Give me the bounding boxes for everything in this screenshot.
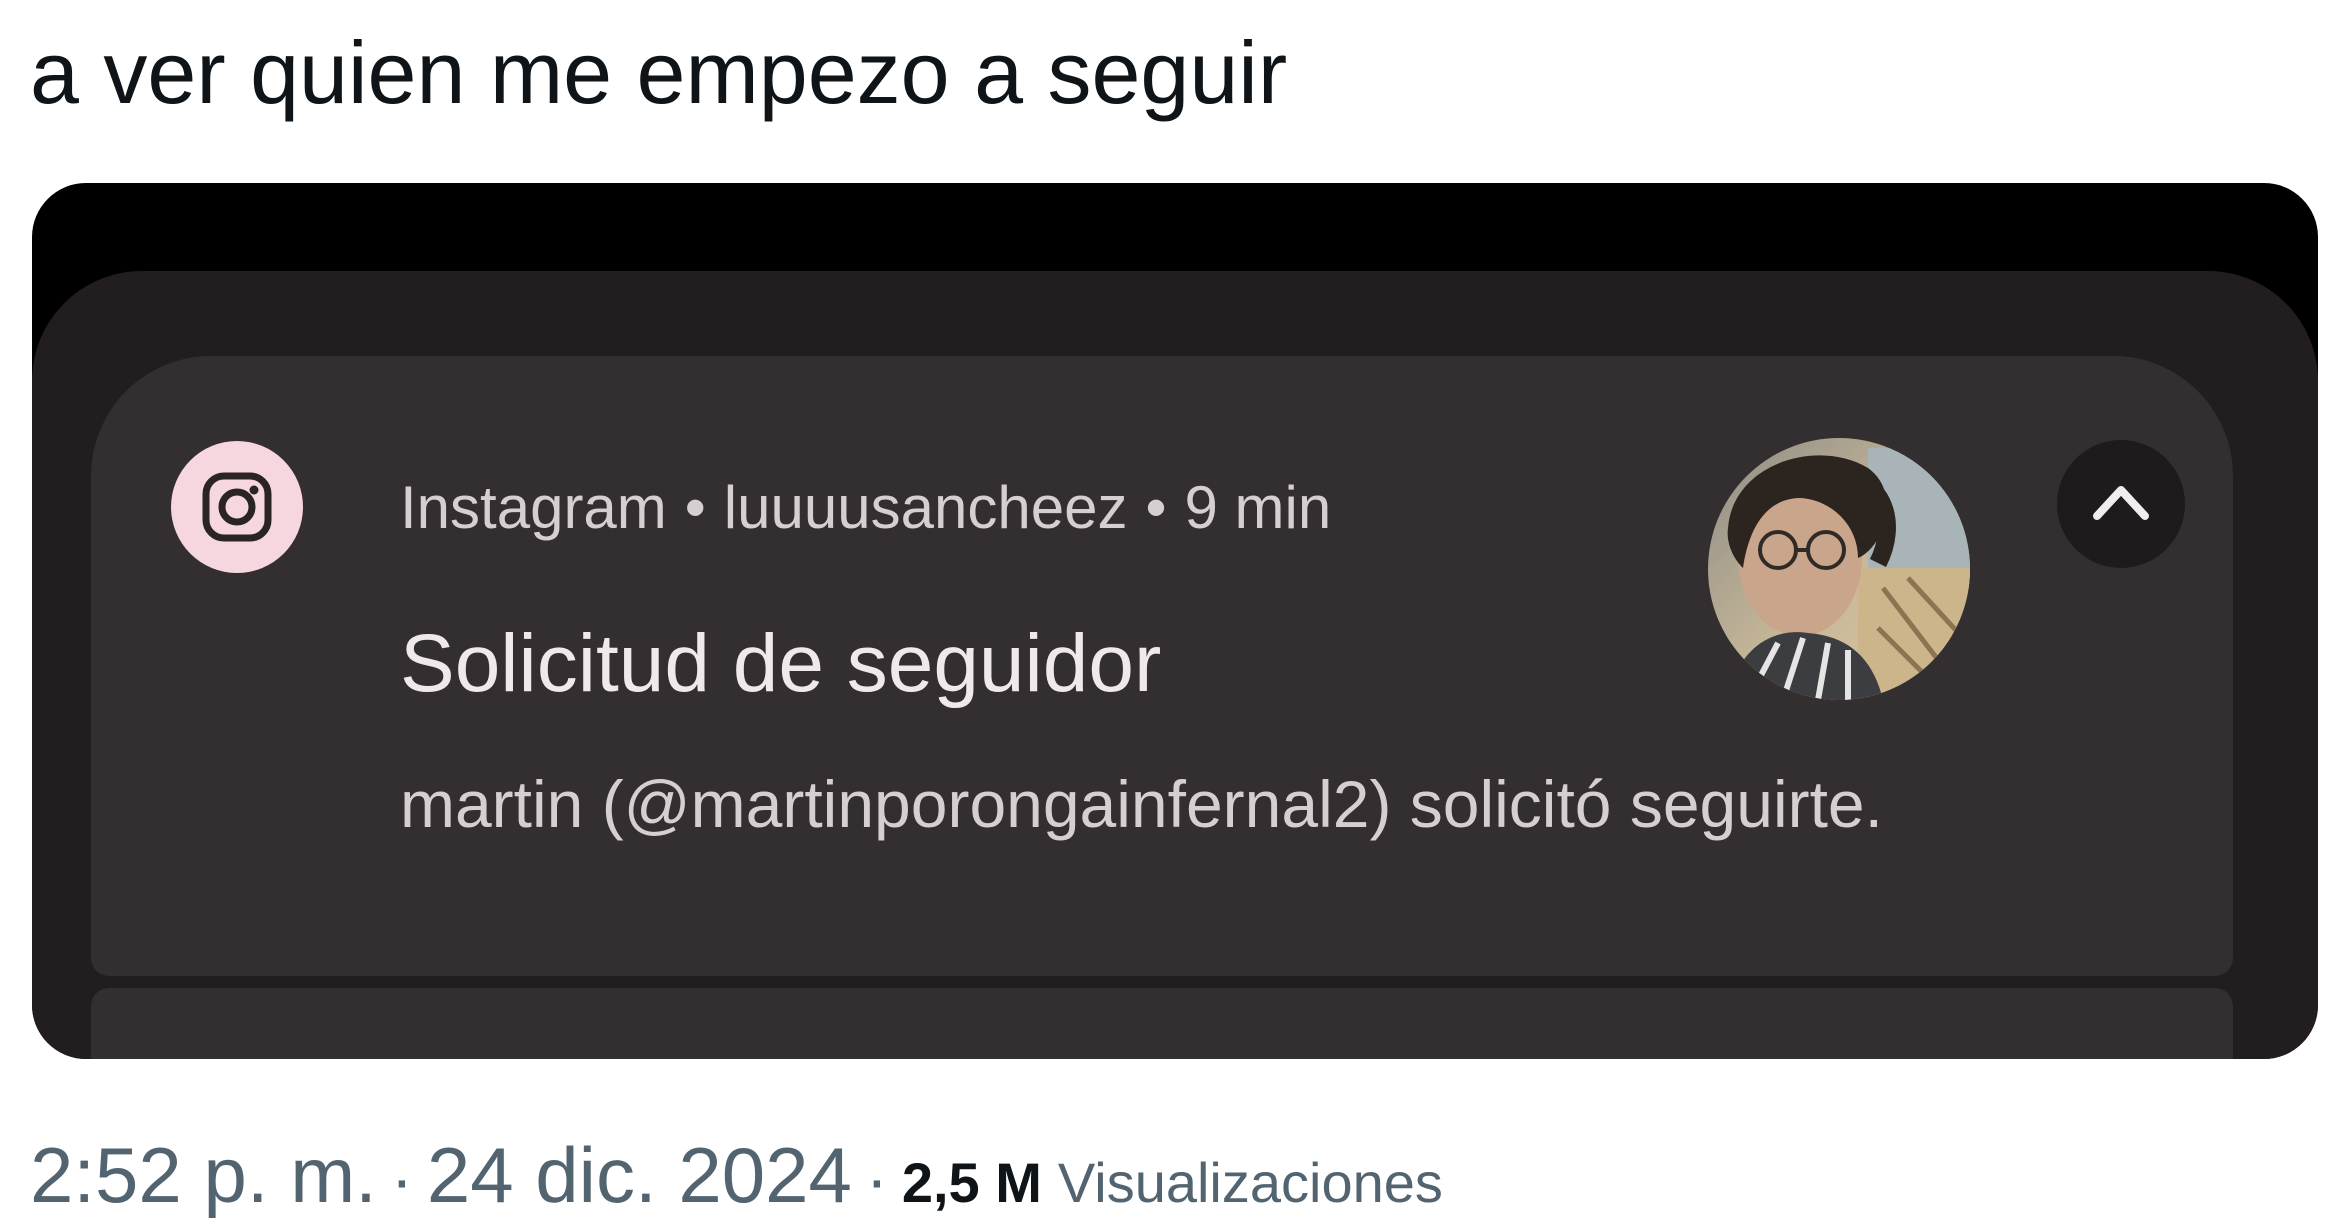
tweet-date[interactable]: 24 dic. 2024: [427, 1131, 852, 1219]
instagram-icon: [171, 441, 303, 573]
time-ago: 9 min: [1184, 474, 1332, 541]
screenshot-media[interactable]: Instagram • luuuusancheez • 9 min Solicitud …: [32, 183, 2318, 1059]
account-name: luuuusancheez: [723, 474, 1128, 541]
views-count: 2,5 M: [901, 1151, 1042, 1214]
tweet-meta: 2:52 p. m. · 24 dic. 2024 · 2,5 M Visualizaci…: [30, 1125, 1443, 1225]
tweet-time[interactable]: 2:52 p. m.: [30, 1131, 377, 1219]
views-label: Visualizaciones: [1057, 1151, 1443, 1214]
notification-header: Instagram • luuuusancheez • 9 min: [400, 468, 1331, 548]
avatar: [1708, 438, 1970, 700]
collapse-button[interactable]: [2057, 440, 2185, 568]
app-name: Instagram: [400, 474, 667, 541]
notification-title: Solicitud de seguidor: [400, 618, 1162, 709]
next-notification-card[interactable]: [91, 988, 2233, 1059]
meta-separator: ·: [390, 1142, 413, 1216]
notification-card[interactable]: Instagram • luuuusancheez • 9 min Solicitud …: [91, 356, 2233, 976]
meta-separator: ·: [865, 1142, 888, 1216]
header-separator: •: [684, 474, 706, 541]
tweet-text: a ver quien me empezo a seguir: [30, 23, 1288, 122]
notification-body: martin (@martinporongainfernal2) solicit…: [400, 767, 1883, 841]
header-separator: •: [1145, 474, 1167, 541]
